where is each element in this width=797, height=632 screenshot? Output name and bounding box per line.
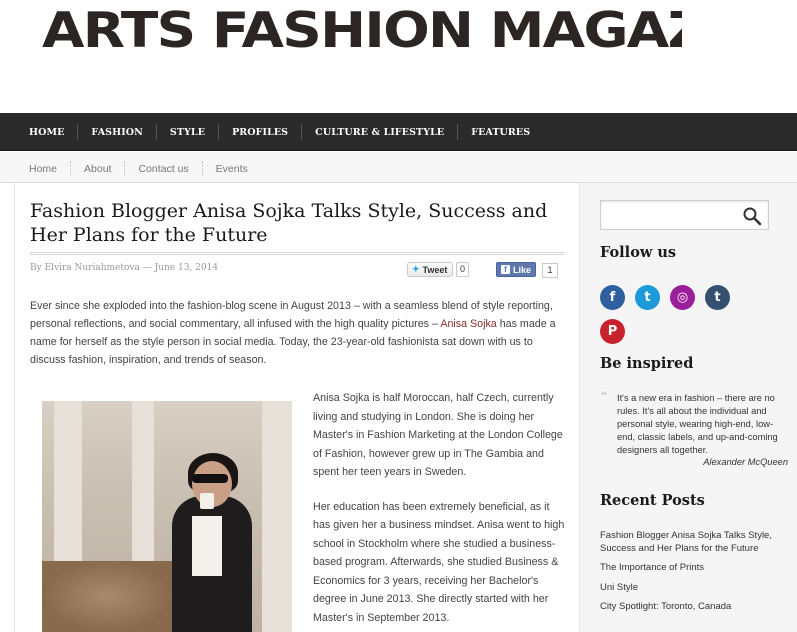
article-title[interactable]: Fashion Blogger Anisa Sojka Talks Style,… [30, 199, 570, 247]
article-content: Fashion Blogger Anisa Sojka Talks Style,… [14, 183, 580, 632]
subnav-item-home[interactable]: Home [16, 159, 70, 177]
recent-post-link[interactable]: The Importance of Prints [600, 562, 780, 575]
site-logo[interactable]: ARTS FASHION MAGAZINE [42, 2, 682, 60]
article-paragraph: Her education has been extremely benefic… [313, 500, 565, 624]
subnav-link[interactable]: About [71, 163, 124, 175]
subnav-item-contact[interactable]: Contact us [125, 159, 201, 177]
search-input[interactable] [600, 200, 769, 230]
facebook-icon: f [501, 265, 510, 274]
nav-item-fashion[interactable]: FASHION [78, 113, 156, 151]
follow-us-heading: Follow us [600, 244, 677, 261]
main-nav: HOME FASHION STYLE PROFILES CULTURE & LI… [0, 113, 797, 151]
nav-link[interactable]: PROFILES [219, 127, 301, 138]
subnav-link[interactable]: Events [203, 163, 261, 175]
nav-link[interactable]: CULTURE & LIFESTYLE [302, 127, 457, 138]
nav-link[interactable]: FASHION [78, 127, 156, 138]
logo-text: ARTS FASHION MAGAZINE [42, 2, 682, 59]
tweet-label: Tweet [422, 264, 448, 275]
instagram-icon[interactable]: ◎ [670, 285, 695, 310]
photo-cafe-table [42, 561, 172, 632]
article-body: Anisa Sojka is half Moroccan, half Czech… [313, 389, 569, 632]
nav-link[interactable]: FEATURES [458, 127, 543, 138]
subnav-item-events[interactable]: Events [203, 159, 261, 177]
subnav-link[interactable]: Home [16, 163, 70, 175]
nav-item-home[interactable]: HOME [16, 113, 77, 151]
recent-post-link[interactable]: Uni Style [600, 582, 780, 595]
subnav-item-about[interactable]: About [71, 159, 124, 177]
nav-link[interactable]: STYLE [157, 127, 218, 138]
article-paragraph: Anisa Sojka is half Moroccan, half Czech… [313, 392, 563, 478]
photo-person-shirt [192, 516, 222, 576]
facebook-icon[interactable]: f [600, 285, 625, 310]
photo-coffee-cup [200, 493, 214, 509]
article-byline: By Elvira Nuriahmetova — June 13, 2014 [30, 263, 219, 273]
facebook-like-button[interactable]: f Like [496, 262, 537, 277]
nav-link[interactable]: HOME [16, 127, 77, 138]
search-icon[interactable] [742, 206, 762, 226]
be-inspired-heading: Be inspired [600, 355, 694, 372]
quote-mark-icon: “ [600, 390, 608, 406]
article-photo [42, 401, 292, 632]
like-count: 1 [542, 263, 558, 278]
photo-sunglasses [192, 474, 228, 483]
photo-background-column [262, 401, 292, 632]
title-divider [30, 252, 564, 255]
quote-author: Alexander McQueen [703, 457, 788, 467]
nav-item-culture-lifestyle[interactable]: CULTURE & LIFESTYLE [302, 113, 457, 151]
recent-posts-list: Fashion Blogger Anisa Sojka Talks Style,… [600, 530, 780, 621]
twitter-icon[interactable]: t [635, 285, 660, 310]
author-link-anisa-sojka[interactable]: Anisa Sojka [440, 318, 496, 330]
recent-posts-heading: Recent Posts [600, 492, 705, 509]
sidebar: Follow us f t ◎ t P Be inspired “ It's a… [580, 183, 797, 632]
article-intro: Ever since she exploded into the fashion… [30, 297, 570, 369]
sub-nav: Home About Contact us Events [0, 152, 797, 183]
nav-item-profiles[interactable]: PROFILES [219, 113, 301, 151]
like-label: Like [513, 264, 532, 275]
tumblr-icon[interactable]: t [705, 285, 730, 310]
nav-item-features[interactable]: FEATURES [458, 113, 543, 151]
recent-post-link[interactable]: Fashion Blogger Anisa Sojka Talks Style,… [600, 530, 780, 555]
quote-text: It's a new era in fashion – there are no… [617, 393, 778, 455]
nav-item-style[interactable]: STYLE [157, 113, 218, 151]
social-icons: f t ◎ t P [600, 285, 760, 344]
twitter-bird-icon: ✦ [412, 264, 420, 274]
subnav-link[interactable]: Contact us [125, 163, 201, 175]
tweet-button[interactable]: ✦ Tweet [407, 262, 454, 277]
tweet-count: 0 [456, 262, 469, 277]
recent-post-link[interactable]: City Spotlight: Toronto, Canada [600, 601, 780, 614]
pinterest-icon[interactable]: P [600, 319, 625, 344]
